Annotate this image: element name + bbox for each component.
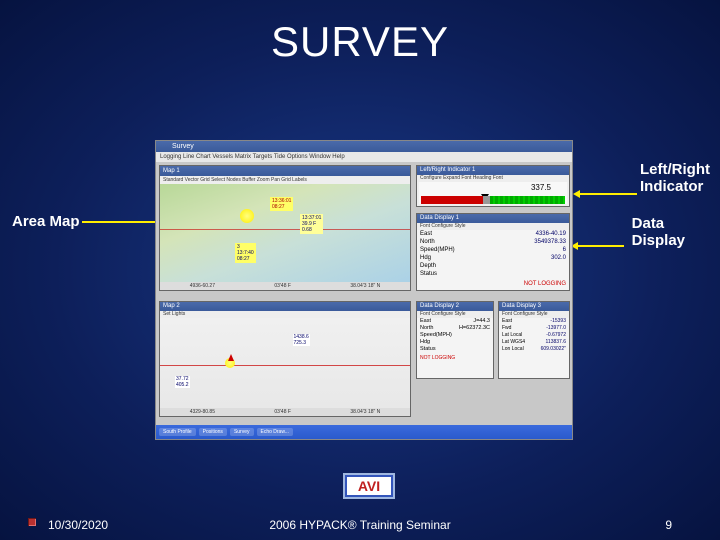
dd3-menubar: Font Configure Style: [499, 311, 569, 318]
arrow-area-map: [82, 221, 157, 223]
map2-window: Map 2 Set Lights 37.72 405.2 1438.6 725.…: [159, 301, 411, 417]
map2-canvas: 37.72 405.2 1438.6 725.3: [160, 318, 410, 408]
dd1-titlebar: Data Display 1: [417, 214, 569, 223]
map1-tag: 13:37:01 39.9 F 0.68: [300, 214, 323, 234]
label-data-display: Data Display: [632, 215, 685, 250]
taskbar-item: Positions: [199, 428, 227, 436]
dd2-menubar: Font Configure Style: [417, 311, 493, 318]
map1-tag: 13:36:01 08:27: [270, 197, 293, 211]
map1-menubar: Standard Vector Grid Select Nodes Buffer…: [160, 176, 410, 184]
app-titlebar: Survey: [156, 141, 572, 152]
taskbar: South Profile Positions Survey Echo Draw…: [156, 425, 572, 439]
map2-titlebar: Map 2: [160, 302, 410, 311]
label-lr-indicator: Left/Right Indicator: [640, 161, 710, 196]
lr-indicator-window: Left/Right Indicator 1 Configure Expand …: [416, 165, 570, 207]
arrow-data-display: [577, 245, 624, 247]
slide-title: SURVEY: [0, 0, 720, 66]
lr-menubar: Configure Expand Font Heading Font: [417, 175, 569, 182]
footer-date: 10/30/2020: [48, 518, 108, 532]
vessel-marker-icon: [240, 209, 254, 223]
map2-tag: 1438.6 725.3: [293, 334, 310, 346]
taskbar-item: Echo Draw...: [257, 428, 293, 436]
lr-titlebar: Left/Right Indicator 1: [417, 166, 569, 175]
taskbar-item: South Profile: [159, 428, 196, 436]
avi-button[interactable]: AVI: [345, 475, 393, 497]
app-menubar: Logging Line Chart Vessels Matrix Target…: [156, 152, 572, 162]
footer: 10/30/2020 2006 HYPACK® Training Seminar…: [0, 518, 720, 532]
map1-tag: 3 13:7:40 08:27: [235, 243, 256, 263]
lr-value: 337.5: [531, 183, 551, 192]
dd3-titlebar: Data Display 3: [499, 302, 569, 311]
lr-bar: [421, 196, 565, 204]
embedded-screenshot: Survey Logging Line Chart Vessels Matrix…: [155, 140, 573, 440]
heading-arrow-icon: [228, 354, 234, 361]
arrow-lr-indicator: [579, 193, 637, 195]
dd2-notlogging: NOT LOGGING: [420, 355, 490, 362]
map1-canvas: 13:36:01 08:27 13:37:01 39.9 F 0.68 3 13…: [160, 184, 410, 290]
dd2-titlebar: Data Display 2: [417, 302, 493, 311]
footer-page-number: 9: [665, 518, 672, 532]
map1-window: Map 1 Standard Vector Grid Select Nodes …: [159, 165, 411, 291]
map2-statusbar: 4329-80.85 03'48 F 38.04'3 18" N: [160, 408, 410, 416]
map2-menubar: Set Lights: [160, 311, 410, 318]
label-area-map: Area Map: [12, 213, 80, 230]
data-display3-window: Data Display 3 Font Configure Style East…: [498, 301, 570, 379]
dd1-notlogging: NOT LOGGING: [420, 280, 566, 288]
slide-body: Area Map Left/Right Indicator Data Displ…: [0, 85, 720, 470]
taskbar-item: Survey: [230, 428, 254, 436]
map1-statusbar: 4936-60.27 03'48 F 38.04'3 18" N: [160, 282, 410, 290]
map1-titlebar: Map 1: [160, 166, 410, 176]
data-display1-window: Data Display 1 Font Configure Style East…: [416, 213, 570, 291]
dd1-body: East4336-40.19 North3549378.33 Speed(MPH…: [420, 230, 566, 288]
dd1-menubar: Font Configure Style: [417, 223, 569, 230]
map2-tag: 37.72 405.2: [175, 376, 190, 388]
data-display2-window: Data Display 2 Font Configure Style East…: [416, 301, 494, 379]
